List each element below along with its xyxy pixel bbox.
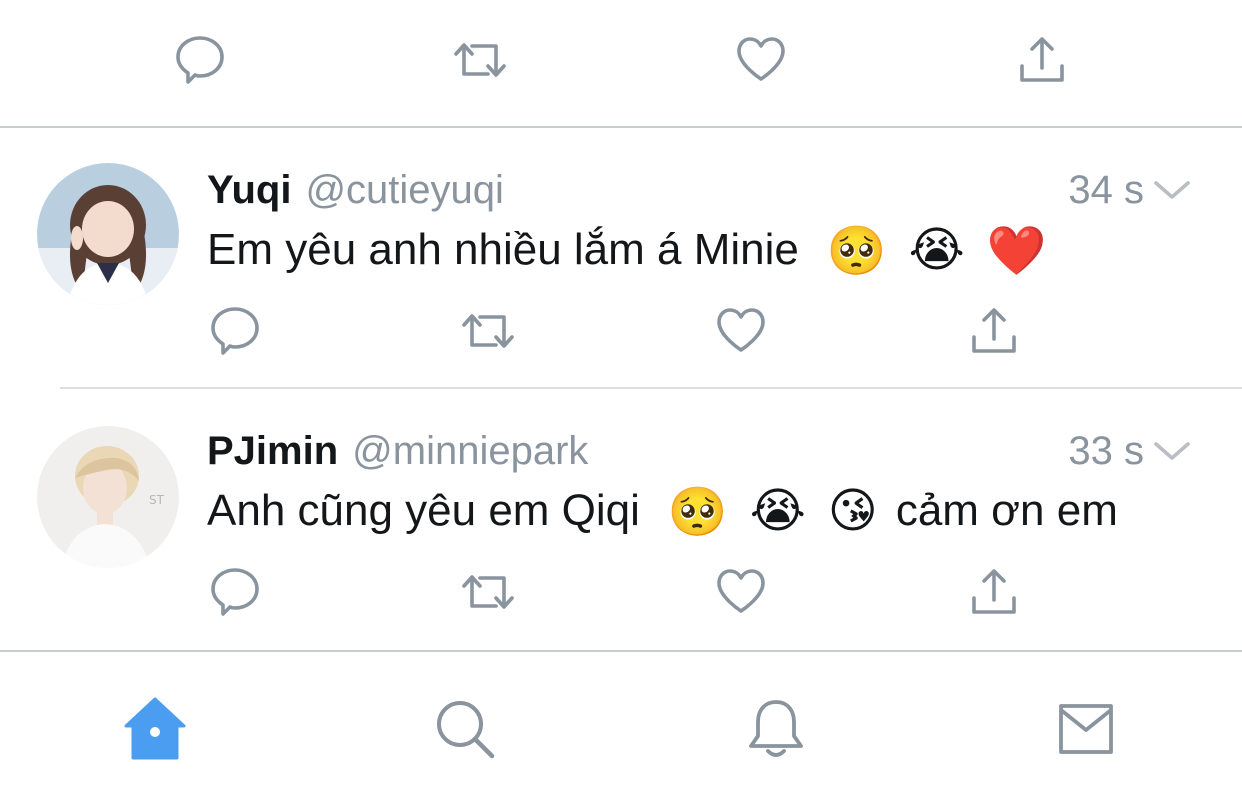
tab-notifications[interactable] xyxy=(741,694,811,764)
tweet-header: Yuqi @cutieyuqi xyxy=(207,168,504,213)
tweet-text-tail: cảm ơn em xyxy=(895,486,1118,535)
pleading-face-emoji: 🥺 xyxy=(667,483,728,540)
share-button[interactable] xyxy=(964,301,1024,361)
like-icon xyxy=(713,303,769,359)
tweet-text-content: Em yêu anh nhiều lắm á Minie xyxy=(207,225,799,274)
retweet-button[interactable] xyxy=(458,301,518,361)
reply-icon xyxy=(172,32,228,88)
previous-tweet-actions xyxy=(0,0,1242,126)
tweet-menu-button[interactable] xyxy=(1152,436,1192,466)
emoji-group: 🥺 😭 ❤️ xyxy=(817,222,1047,279)
avatar[interactable] xyxy=(37,163,179,305)
reply-icon xyxy=(207,564,263,620)
share-button[interactable] xyxy=(964,562,1024,622)
tweet-pjimin[interactable]: ST PJimin @minniepark 33 s Anh cũng yêu e… xyxy=(0,389,1242,649)
tab-home[interactable] xyxy=(120,694,190,764)
search-icon xyxy=(432,696,498,762)
home-icon xyxy=(122,696,188,762)
reply-button[interactable] xyxy=(205,562,265,622)
chevron-down-icon xyxy=(1152,175,1192,205)
messages-icon xyxy=(1053,696,1119,762)
user-handle[interactable]: @cutieyuqi xyxy=(305,168,503,212)
notifications-icon xyxy=(743,696,809,762)
tweet-menu-button[interactable] xyxy=(1152,175,1192,205)
red-heart-emoji: ❤️ xyxy=(986,222,1047,279)
timestamp: 33 s xyxy=(1068,429,1144,473)
timestamp: 34 s xyxy=(1068,168,1144,212)
retweet-button[interactable] xyxy=(450,30,510,90)
like-button[interactable] xyxy=(711,562,771,622)
emoji-group: 🥺 😭 😘 xyxy=(658,483,878,540)
tweet-text-content: Anh cũng yêu em Qiqi xyxy=(207,486,640,535)
retweet-icon xyxy=(450,32,510,88)
display-name[interactable]: PJimin xyxy=(207,429,338,473)
svg-text:ST: ST xyxy=(149,493,165,507)
retweet-icon xyxy=(458,564,518,620)
user-handle[interactable]: @minniepark xyxy=(352,429,588,473)
like-icon xyxy=(733,32,789,88)
share-icon xyxy=(1014,32,1070,88)
share-icon xyxy=(966,303,1022,359)
tab-messages[interactable] xyxy=(1051,694,1121,764)
reply-icon xyxy=(207,303,263,359)
like-button[interactable] xyxy=(711,301,771,361)
reply-button[interactable] xyxy=(170,30,230,90)
tweet-header: PJimin @minniepark xyxy=(207,429,588,474)
retweet-button[interactable] xyxy=(458,562,518,622)
bottom-tab-bar xyxy=(0,652,1242,801)
chevron-down-icon xyxy=(1152,436,1192,466)
share-button[interactable] xyxy=(1012,30,1072,90)
reply-button[interactable] xyxy=(205,301,265,361)
crying-face-emoji: 😭 xyxy=(749,482,806,539)
like-icon xyxy=(713,564,769,620)
crying-face-emoji: 😭 xyxy=(908,221,965,278)
tab-search[interactable] xyxy=(430,694,500,764)
tweet-text: Anh cũng yêu em Qiqi 🥺 😭 😘 cảm ơn em xyxy=(207,481,1118,541)
avatar[interactable]: ST xyxy=(37,426,179,568)
retweet-icon xyxy=(458,303,518,359)
pleading-face-emoji: 🥺 xyxy=(826,222,887,279)
like-button[interactable] xyxy=(731,30,791,90)
kissing-face-emoji: 😘 xyxy=(827,482,878,539)
display-name[interactable]: Yuqi xyxy=(207,168,291,212)
tweet-text: Em yêu anh nhiều lắm á Minie 🥺 😭 ❤️ xyxy=(207,220,1065,280)
tweet-yuqi[interactable]: Yuqi @cutieyuqi 34 s Em yêu anh nhiều lắm… xyxy=(0,128,1242,388)
share-icon xyxy=(966,564,1022,620)
